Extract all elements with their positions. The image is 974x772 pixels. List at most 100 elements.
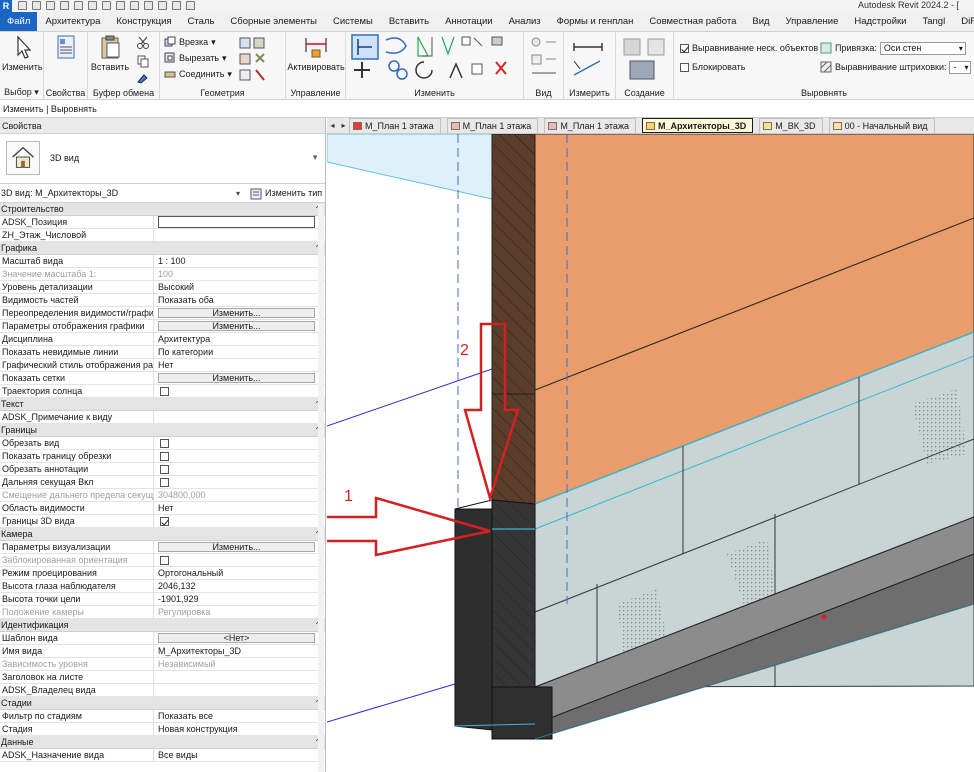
lock-checkbox[interactable]: [680, 62, 689, 72]
property-group-header[interactable]: Границы⌃: [0, 424, 325, 437]
activate-button[interactable]: Активировать: [286, 34, 346, 72]
close-hidden-icon[interactable]: [172, 1, 181, 10]
tabs-scroll-right-icon[interactable]: ▸: [338, 118, 349, 133]
property-edit-button[interactable]: Изменить...: [158, 321, 315, 331]
save-icon[interactable]: [32, 1, 41, 10]
select-panel-label[interactable]: Выбор ▾: [0, 87, 43, 98]
print-icon[interactable]: [88, 1, 97, 10]
property-value[interactable]: Нет: [158, 359, 316, 371]
open-icon[interactable]: [18, 1, 27, 10]
view-tab[interactable]: 00 - Начальный вид: [828, 118, 935, 133]
multi-align-option[interactable]: Выравнивание неск. объектов: [680, 40, 818, 56]
property-value[interactable]: Новая конструкция: [158, 723, 316, 735]
section-icon[interactable]: [144, 1, 153, 10]
view-tab[interactable]: М_План 1 этажа: [544, 118, 636, 133]
match-type-icon[interactable]: [136, 72, 150, 84]
property-value[interactable]: 2046,132: [158, 580, 316, 592]
revit-logo-icon[interactable]: R: [0, 0, 12, 12]
property-group-header[interactable]: Данные⌃: [0, 736, 325, 749]
undo-icon[interactable]: [60, 1, 69, 10]
instance-selector[interactable]: 3D вид: М_Архитекторы_3D: [1, 184, 118, 203]
ribbon-tab[interactable]: DiRootsOne: [953, 12, 974, 31]
property-checkbox[interactable]: [160, 439, 169, 448]
property-value[interactable]: По категории: [158, 346, 316, 358]
property-edit-button[interactable]: Изменить...: [158, 308, 315, 318]
ribbon-tab[interactable]: Tangl: [914, 12, 953, 31]
property-checkbox[interactable]: [160, 452, 169, 461]
instance-dropdown-icon[interactable]: ▾: [236, 184, 240, 203]
paste-button[interactable]: Вставить: [90, 34, 130, 72]
property-value[interactable]: Нет: [158, 502, 316, 514]
property-value[interactable]: Архитектура: [158, 333, 316, 345]
property-group-header[interactable]: Строительство⌃: [0, 203, 325, 216]
ribbon-tab[interactable]: Файл: [0, 12, 38, 31]
property-group-header[interactable]: Графика⌃: [0, 242, 325, 255]
property-value[interactable]: М_Архитекторы_3D: [158, 645, 316, 657]
ribbon-tab[interactable]: Сборные элементы: [222, 12, 325, 31]
view-tab[interactable]: М_ВК_3D: [759, 118, 823, 133]
property-value[interactable]: -1901,929: [158, 593, 316, 605]
3d-view-canvas[interactable]: 1 2: [327, 134, 974, 772]
ribbon-tab[interactable]: Формы и генплан: [549, 12, 642, 31]
property-checkbox[interactable]: [160, 478, 169, 487]
foundation-column[interactable]: [454, 508, 493, 731]
properties-scrollbar[interactable]: [318, 204, 324, 772]
property-input[interactable]: [158, 216, 315, 228]
property-edit-button[interactable]: <Нет>: [158, 633, 315, 643]
sync-icon[interactable]: [46, 1, 55, 10]
property-group-header[interactable]: Текст⌃: [0, 398, 325, 411]
ribbon-tab[interactable]: Аннотации: [437, 12, 501, 31]
ribbon-tab[interactable]: Управление: [778, 12, 847, 31]
hatch-align-dropdown[interactable]: -: [949, 60, 972, 74]
tabs-scroll-left-icon[interactable]: ◂: [327, 118, 338, 133]
ribbon-tab[interactable]: Архитектура: [37, 12, 108, 31]
measure-icon[interactable]: [102, 1, 111, 10]
ribbon-tab[interactable]: Сталь: [180, 12, 223, 31]
join-button[interactable]: Соединить ▾: [164, 66, 232, 82]
ribbon-tab[interactable]: Системы: [325, 12, 381, 31]
view-tab[interactable]: М_План 1 этажа: [349, 118, 441, 133]
multi-align-checkbox[interactable]: [680, 43, 689, 53]
property-value[interactable]: Все виды: [158, 749, 316, 761]
property-group-header[interactable]: Идентификация⌃: [0, 619, 325, 632]
property-value[interactable]: Высокий: [158, 281, 316, 293]
edit-type-button[interactable]: Изменить тип: [250, 184, 322, 203]
property-value[interactable]: Ортогональный: [158, 567, 316, 579]
property-group-header[interactable]: Камера⌃: [0, 528, 325, 541]
thin-lines-icon[interactable]: [158, 1, 167, 10]
ribbon-tab[interactable]: Вставить: [381, 12, 437, 31]
switch-windows-icon[interactable]: [186, 1, 195, 10]
ribbon-tab[interactable]: Надстройки: [846, 12, 914, 31]
copy-icon[interactable]: [136, 54, 150, 68]
view-tools-icons[interactable]: [528, 35, 560, 83]
cut-geometry-button[interactable]: Врезка ▾: [164, 34, 216, 50]
view-tab[interactable]: М_Архитекторы_3D: [641, 118, 754, 133]
properties-button[interactable]: [48, 34, 84, 62]
redo-icon[interactable]: [74, 1, 83, 10]
property-group-header[interactable]: Стадии⌃: [0, 697, 325, 710]
geometry-tools-icon[interactable]: [238, 36, 278, 84]
lock-option[interactable]: Блокировать: [680, 59, 745, 75]
property-checkbox[interactable]: [160, 387, 169, 396]
modify-button[interactable]: Изменить: [2, 34, 43, 72]
snap-dropdown[interactable]: Оси стен: [879, 41, 966, 55]
property-value[interactable]: Показать все: [158, 710, 316, 722]
property-value[interactable]: 1 : 100: [158, 255, 316, 267]
ribbon-tab[interactable]: Вид: [744, 12, 777, 31]
ribbon-tab[interactable]: Конструкция: [108, 12, 179, 31]
ribbon-tab[interactable]: Совместная работа: [641, 12, 744, 31]
type-dropdown-icon[interactable]: ▼: [311, 153, 319, 162]
text-icon[interactable]: [116, 1, 125, 10]
property-edit-button[interactable]: Изменить...: [158, 542, 315, 552]
property-value[interactable]: Показать оба: [158, 294, 316, 306]
property-checkbox[interactable]: [160, 517, 169, 526]
ribbon-tab[interactable]: Анализ: [501, 12, 549, 31]
scissors-icon[interactable]: [136, 36, 150, 50]
3d-view-icon[interactable]: [130, 1, 139, 10]
create-tools-icons[interactable]: [620, 35, 670, 83]
measure-tools-icons[interactable]: [570, 35, 610, 83]
cut-out-button[interactable]: Вырезать ▾: [164, 50, 227, 66]
type-selector[interactable]: 3D вид ▼: [0, 134, 325, 184]
footing-block[interactable]: [491, 686, 553, 740]
view-tab[interactable]: М_План 1 этажа: [446, 118, 539, 133]
